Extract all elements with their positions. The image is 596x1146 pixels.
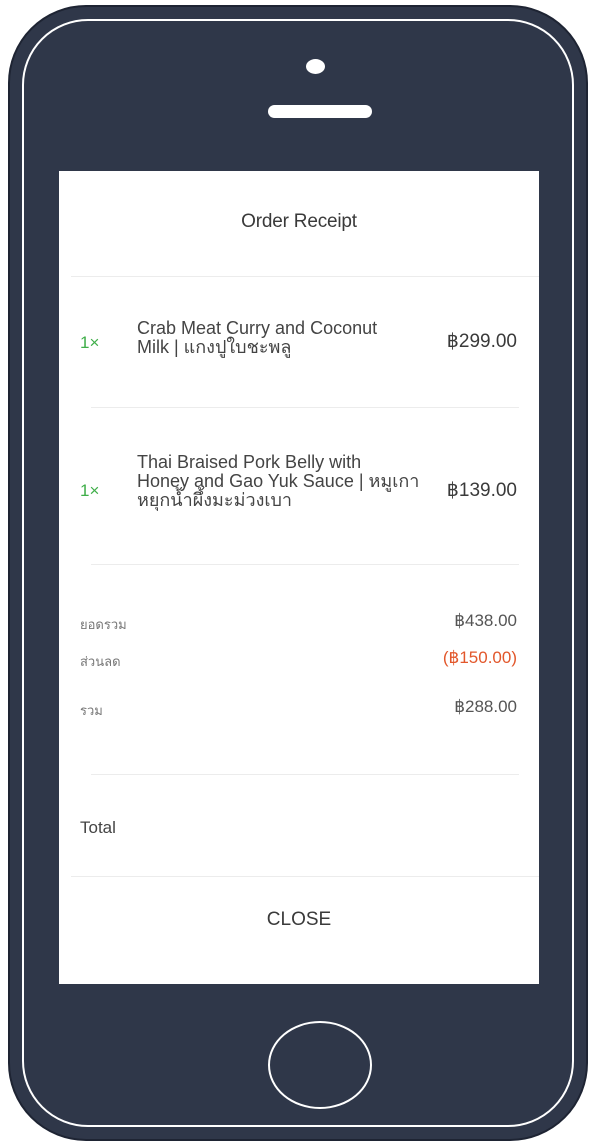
- list-item: 1× Thai Braised Pork Belly with Honey an…: [59, 453, 539, 533]
- discount-value: (฿150.00): [442, 648, 517, 667]
- subtotal-label: ยอดรวม: [80, 617, 127, 632]
- discount-label: ส่วนลด: [80, 654, 121, 669]
- subtotal-value: ฿438.00: [454, 611, 517, 630]
- divider: [71, 276, 539, 277]
- receipt-screen: Order Receipt 1× Crab Meat Curry and Coc…: [59, 171, 539, 984]
- divider: [71, 876, 539, 877]
- camera-icon: [306, 59, 325, 74]
- speaker-icon: [268, 105, 372, 118]
- net-value: ฿288.00: [454, 697, 517, 716]
- home-button[interactable]: [268, 1021, 372, 1109]
- item-quantity: 1×: [80, 481, 100, 500]
- divider: [91, 774, 519, 775]
- net-label: รวม: [80, 703, 103, 718]
- divider: [91, 564, 519, 565]
- item-name: Thai Braised Pork Belly with Honey and G…: [137, 452, 420, 510]
- item-quantity: 1×: [80, 333, 100, 352]
- page-title: Order Receipt: [241, 211, 357, 232]
- list-item: 1× Crab Meat Curry and Coconut Milk | แก…: [59, 319, 539, 379]
- close-button[interactable]: CLOSE: [59, 909, 539, 931]
- total-label: Total: [80, 818, 116, 837]
- item-price: ฿299.00: [446, 331, 517, 352]
- divider: [91, 407, 519, 408]
- item-name: Crab Meat Curry and Coconut Milk | แกงปู…: [137, 318, 378, 357]
- item-price: ฿139.00: [446, 480, 517, 501]
